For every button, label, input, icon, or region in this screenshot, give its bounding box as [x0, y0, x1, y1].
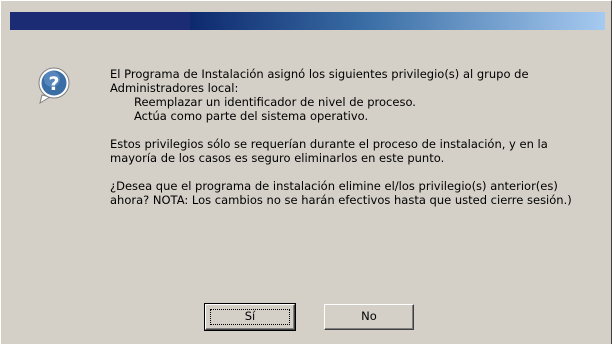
no-button-label: No: [361, 309, 377, 323]
title-bar[interactable]: [10, 12, 605, 30]
no-button[interactable]: No: [324, 304, 414, 330]
dialog-window: ? El Programa de Instalación asignó los …: [0, 0, 612, 344]
message-paragraph-2: Estos privilegios sólo se requerían dura…: [110, 137, 548, 165]
privilege-item: Actúa como parte del sistema operativo.: [134, 109, 369, 123]
privilege-item: Reemplazar un identificador de nivel de …: [134, 95, 416, 109]
yes-button[interactable]: Sí: [204, 303, 296, 331]
message-body: El Programa de Instalación asignó los si…: [110, 67, 590, 207]
message-paragraph-1: El Programa de Instalación asignó los si…: [110, 67, 529, 95]
yes-button-label: Sí: [244, 309, 256, 323]
question-icon: ?: [36, 67, 72, 105]
question-glyph: ?: [48, 73, 59, 95]
title-bar-highlight: [10, 12, 190, 30]
message-paragraph-3: ¿Desea que el programa de instalación el…: [110, 179, 572, 207]
